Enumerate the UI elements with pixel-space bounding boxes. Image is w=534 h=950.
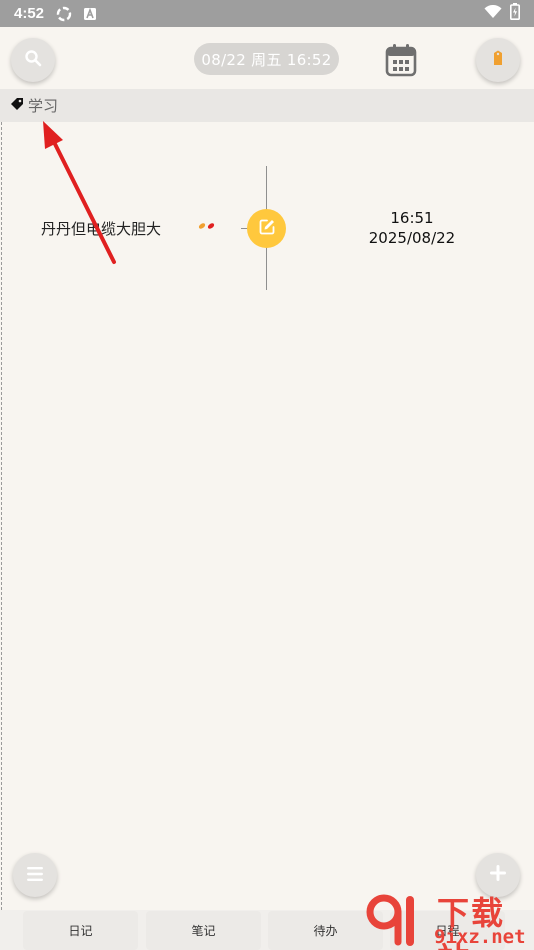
app-notification-icon [82, 6, 98, 22]
category-label: 学习 [28, 97, 59, 115]
battery-icon [510, 3, 520, 24]
tab-notes[interactable]: 笔记 [146, 911, 261, 950]
annotation-arrow [43, 121, 116, 264]
entry-timestamp: 16:51 2025/08/22 [352, 208, 472, 248]
watermark-url: 9ixz.net [434, 926, 526, 948]
timeline-entry[interactable]: 丹丹但电缆大胆大 16:51 2025/08/22 [0, 166, 534, 291]
entry-date: 2025/08/22 [368, 229, 456, 247]
current-datetime: 08/22 周五 16:52 [194, 43, 339, 75]
edit-icon [258, 218, 276, 240]
category-tag-button[interactable] [476, 38, 520, 82]
tag-icon [492, 50, 504, 70]
wifi-icon [484, 4, 502, 23]
watermark-logo-icon [366, 894, 414, 946]
category-bar[interactable]: 学习 [0, 89, 534, 122]
status-bar: 4:52 [0, 0, 534, 27]
search-button[interactable] [11, 38, 55, 82]
edit-entry-button[interactable] [247, 209, 286, 248]
calendar-button[interactable] [385, 43, 417, 77]
tab-diary[interactable]: 日记 [23, 911, 138, 950]
watermark: 下载站 9ixz.net [362, 888, 534, 950]
sync-icon [56, 6, 72, 22]
calendar-icon [385, 44, 417, 81]
top-bar: 08/22 周五 16:52 [0, 27, 534, 89]
mood-icons [197, 221, 217, 231]
plus-icon [489, 864, 507, 886]
entry-time: 16:51 [390, 209, 434, 227]
entry-text: 丹丹但电缆大胆大 [41, 220, 162, 238]
status-time: 4:52 [14, 5, 45, 22]
search-icon [24, 49, 42, 71]
tag-icon [10, 96, 24, 115]
menu-button[interactable] [13, 853, 57, 897]
menu-icon [27, 866, 43, 885]
